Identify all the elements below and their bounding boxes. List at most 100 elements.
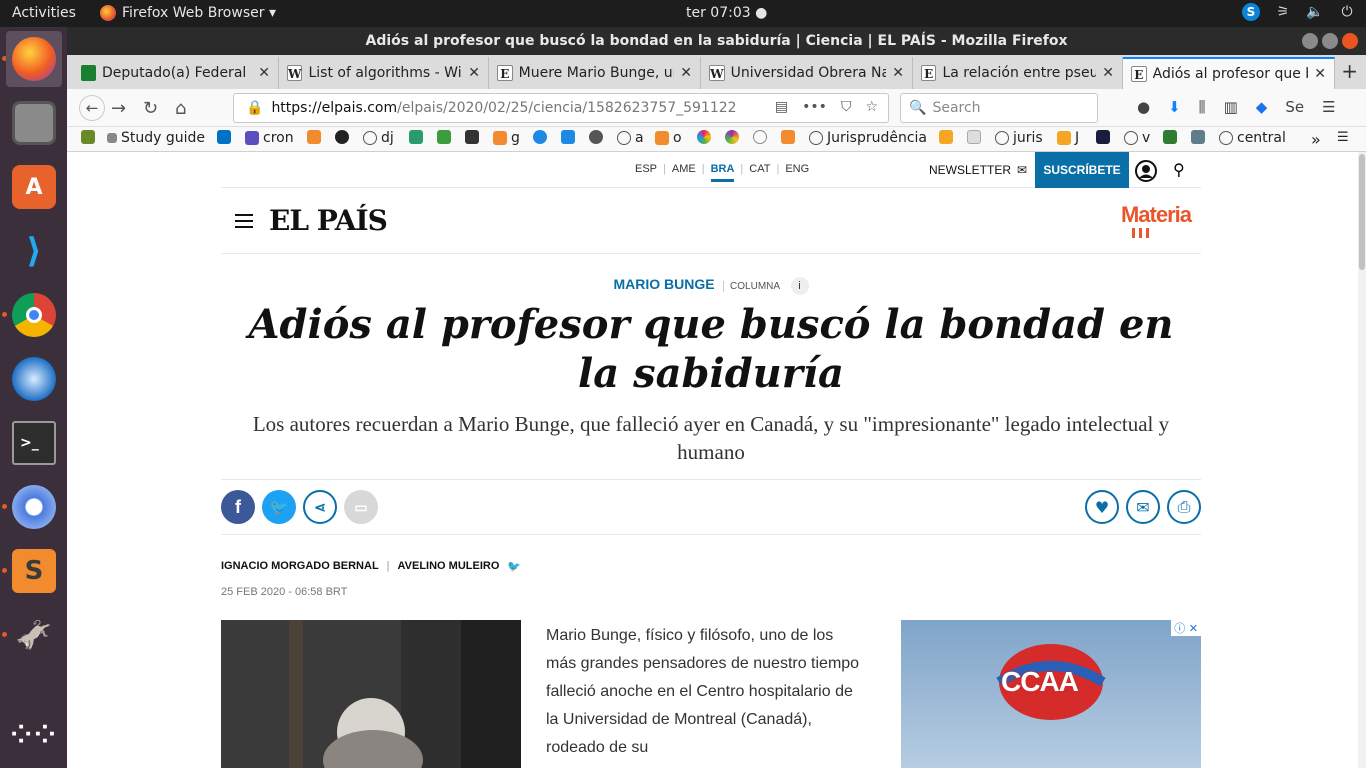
close-tab-icon[interactable]: ✕ — [1314, 66, 1326, 82]
bookmark-item[interactable] — [409, 130, 423, 144]
minimize-button[interactable] — [1302, 33, 1318, 49]
kicker-topic[interactable]: MARIO BUNGE — [613, 276, 714, 292]
bookmark-item[interactable] — [939, 130, 953, 144]
twitter-share-icon[interactable]: 🐦 — [262, 490, 296, 524]
tab-deputado[interactable]: Deputado(a) Federal R ✕ — [73, 57, 279, 89]
launcher-emule[interactable]: 🫏 — [6, 607, 62, 663]
user-icon[interactable] — [1135, 160, 1157, 182]
network-icon[interactable]: ⚞ — [1274, 3, 1292, 21]
save-heart-icon[interactable]: ♥ — [1085, 490, 1119, 524]
maximize-button[interactable] — [1322, 33, 1338, 49]
tab-muere-bunge[interactable]: E Muere Mario Bunge, un ✕ — [489, 57, 701, 89]
bookmark-item[interactable] — [753, 130, 767, 144]
facebook-share-icon[interactable]: f — [221, 490, 255, 524]
close-tab-icon[interactable]: ✕ — [468, 65, 480, 81]
sidebar-icon[interactable]: ▥ — [1224, 98, 1238, 116]
reader-view-icon[interactable]: ▤ — [775, 99, 788, 115]
vpn-shield-icon[interactable]: ◆ — [1256, 98, 1268, 116]
bookmark-item[interactable] — [533, 130, 547, 144]
print-icon[interactable]: ⎙ — [1167, 490, 1201, 524]
el-pais-logo[interactable]: EL PAÍS — [269, 204, 388, 237]
tab-adios-profesor[interactable]: E Adiós al profesor que b ✕ — [1123, 57, 1335, 89]
skype-icon[interactable]: S — [1242, 3, 1260, 21]
bookmark-item[interactable] — [437, 130, 451, 144]
tab-relacion-pseu[interactable]: E La relación entre pseu ✕ — [913, 57, 1123, 89]
email-share-icon[interactable]: ✉ — [1126, 490, 1160, 524]
bookmark-item[interactable] — [217, 130, 231, 144]
materia-logo[interactable]: Materia — [1121, 202, 1192, 228]
pocket-icon[interactable]: ⛉ — [841, 99, 852, 115]
page-actions-button[interactable]: ••• — [802, 99, 827, 115]
advertisement[interactable]: ⓘ ✕ CCAA — [901, 620, 1201, 768]
bookmark-j[interactable]: J — [1057, 130, 1079, 146]
clock[interactable]: ter 07:03 ● — [686, 5, 767, 21]
close-tab-icon[interactable]: ✕ — [1102, 65, 1114, 81]
forward-button[interactable]: → — [111, 98, 126, 119]
bookmark-item[interactable] — [589, 130, 603, 144]
launcher-sublime[interactable]: S — [6, 543, 62, 599]
bookmark-item[interactable] — [1096, 130, 1110, 144]
url-bar[interactable]: 🔒 https://elpais.com /elpais/2020/02/25/… — [233, 93, 889, 123]
bookmark-item[interactable] — [81, 130, 95, 144]
bookmark-a[interactable]: a — [617, 130, 644, 146]
extension-icon[interactable]: ● — [1137, 98, 1150, 116]
bookmark-item[interactable] — [725, 130, 739, 144]
bookmark-item[interactable] — [1191, 130, 1205, 144]
hamburger-menu-icon[interactable] — [235, 214, 253, 228]
bookmark-dj[interactable]: dj — [363, 130, 394, 146]
scrollbar[interactable] — [1358, 152, 1366, 768]
close-tab-icon[interactable]: ✕ — [892, 65, 904, 81]
bookmark-item[interactable] — [307, 130, 321, 144]
launcher-chromium[interactable] — [6, 479, 62, 535]
edition-esp[interactable]: ESP — [635, 163, 657, 182]
power-icon[interactable]: ⏻ — [1338, 3, 1356, 21]
search-bar[interactable]: 🔍 Search — [900, 93, 1098, 123]
newsletter-link[interactable]: NEWSLETTER ✉ — [929, 163, 1027, 177]
bookmark-juris[interactable]: juris — [995, 130, 1043, 146]
selenium-icon[interactable]: Se — [1285, 98, 1304, 116]
volume-icon[interactable]: 🔈 — [1306, 3, 1324, 21]
app-menu[interactable]: Firefox Web Browser ▾ — [100, 5, 276, 21]
scrollbar-thumb[interactable] — [1359, 154, 1365, 270]
edition-eng[interactable]: ENG — [785, 163, 809, 182]
article-photo[interactable] — [221, 620, 521, 768]
launcher-vscode[interactable]: ⟩ — [6, 223, 62, 279]
library-icon[interactable]: ⫼ — [1199, 98, 1206, 116]
edition-cat[interactable]: CAT — [749, 163, 770, 182]
bookmark-central[interactable]: central — [1219, 130, 1286, 146]
activities-button[interactable]: Activities — [12, 5, 76, 21]
launcher-files[interactable] — [6, 95, 62, 151]
subscribe-button[interactable]: SUSCRÍBETE — [1035, 152, 1129, 188]
bookmark-item[interactable] — [465, 130, 479, 144]
comments-icon[interactable]: ▭ — [344, 490, 378, 524]
close-tab-icon[interactable]: ✕ — [680, 65, 692, 81]
launcher-terminal[interactable]: >_ — [6, 415, 62, 471]
author-name[interactable]: AVELINO MULEIRO — [398, 560, 500, 573]
launcher-thunderbird[interactable] — [6, 351, 62, 407]
bookmark-v[interactable]: v — [1124, 130, 1150, 146]
new-tab-button[interactable]: + — [1341, 59, 1358, 83]
share-icon[interactable]: ⋖ — [303, 490, 337, 524]
bookmark-star-icon[interactable]: ☆ — [865, 99, 878, 115]
back-button[interactable]: ← — [79, 95, 105, 121]
launcher-software[interactable]: A — [6, 159, 62, 215]
bookmark-cron[interactable]: cron — [245, 130, 294, 146]
edition-ame[interactable]: AME — [672, 163, 696, 182]
bookmark-item[interactable] — [561, 130, 575, 144]
bookmarks-menu-icon[interactable]: ☰ — [1337, 130, 1349, 145]
launcher-chrome[interactable] — [6, 287, 62, 343]
edition-bra[interactable]: BRA — [710, 163, 735, 182]
bookmark-o[interactable]: o — [655, 130, 682, 146]
tab-algorithms[interactable]: W List of algorithms - Wi ✕ — [279, 57, 489, 89]
launcher-firefox[interactable] — [6, 31, 62, 87]
site-search-icon[interactable]: ⚲ — [1173, 160, 1185, 180]
menu-icon[interactable]: ☰ — [1322, 98, 1335, 116]
bookmark-item[interactable] — [697, 130, 711, 144]
bookmark-item[interactable] — [1163, 130, 1177, 144]
tab-universidad-obrera[interactable]: W Universidad Obrera Na ✕ — [701, 57, 913, 89]
bookmark-item[interactable] — [335, 130, 349, 144]
home-button[interactable]: ⌂ — [175, 98, 186, 119]
close-tab-icon[interactable]: ✕ — [258, 65, 270, 81]
twitter-icon[interactable]: 🐦 — [507, 560, 521, 573]
show-applications[interactable]: ⁘⁘ — [6, 707, 62, 763]
